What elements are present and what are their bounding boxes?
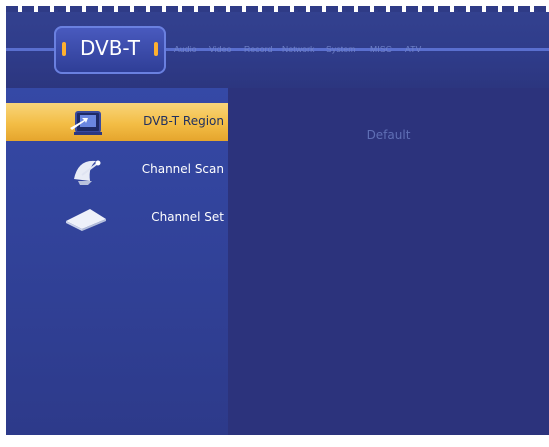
tab-dvbt-label: DVB-T (79, 36, 141, 60)
tab-bar: DVB-T Audio Video Record Network System … (6, 12, 549, 88)
tab-atv[interactable]: ATV (405, 44, 422, 54)
dvbt-region-value[interactable]: Default (228, 128, 549, 142)
tab-network[interactable]: Network (282, 44, 315, 54)
menu-item-label: DVB-T Region (143, 114, 224, 128)
satellite-dish-icon (74, 160, 101, 185)
menu-item-dvbt-region[interactable]: DVB-T Region (6, 103, 228, 141)
tab-misc[interactable]: MISC (370, 44, 392, 54)
settings-screen: DVB-T Audio Video Record Network System … (6, 6, 549, 435)
tab-system[interactable]: System (326, 44, 356, 54)
settings-menu: DVB-T Region Channel Scan Channel Set (6, 88, 228, 435)
menu-item-label: Channel Scan (141, 162, 224, 176)
tab-dvbt[interactable]: DVB-T (54, 26, 166, 74)
settings-content: Default (228, 88, 549, 435)
remote-control-icon (66, 209, 106, 231)
menu-item-channel-set[interactable]: Channel Set (6, 199, 228, 237)
tab-video[interactable]: Video (209, 44, 232, 54)
tab-record[interactable]: Record (244, 44, 273, 54)
tab-audio[interactable]: Audio (174, 44, 197, 54)
antenna-tv-icon (70, 111, 102, 135)
menu-item-channel-scan[interactable]: Channel Scan (6, 151, 228, 189)
menu-item-label: Channel Set (151, 210, 224, 224)
